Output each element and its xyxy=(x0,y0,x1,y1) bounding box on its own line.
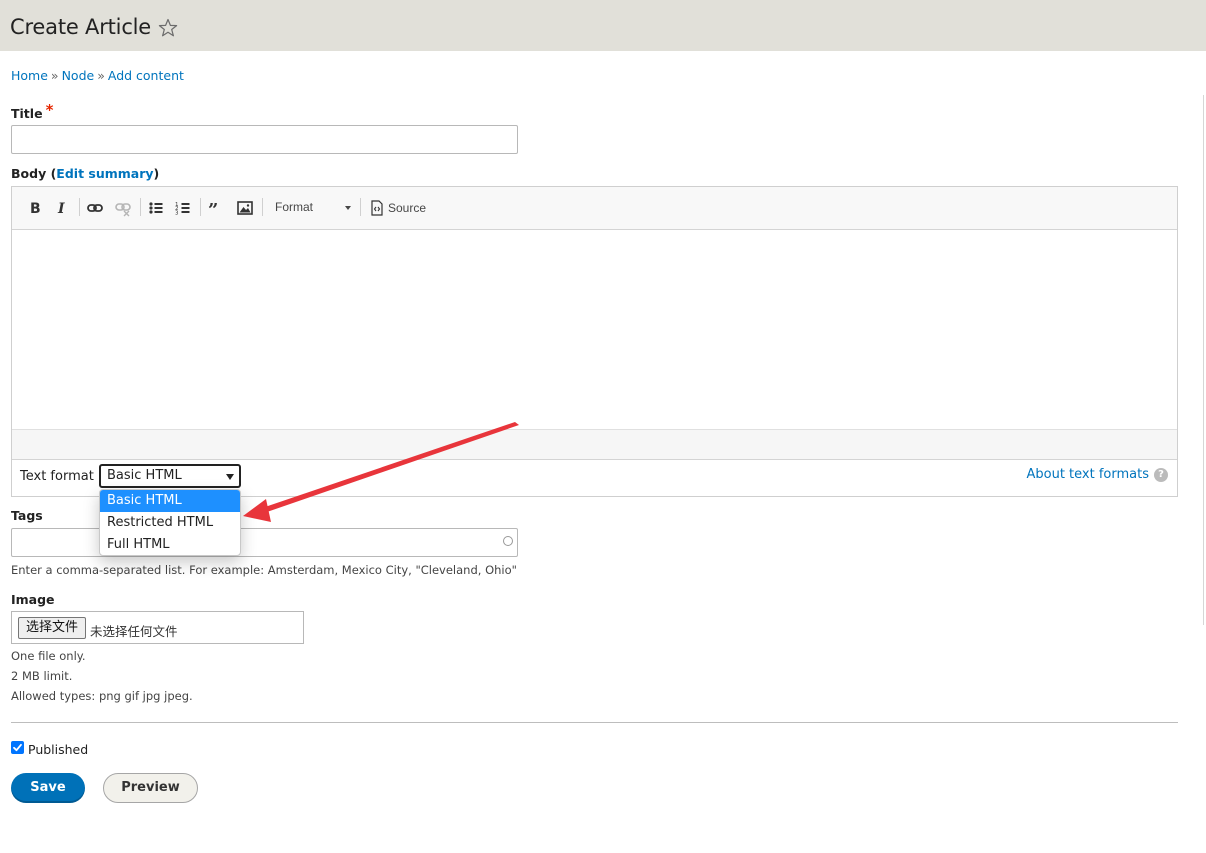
svg-text:”: ” xyxy=(208,200,218,217)
toolbar-separator xyxy=(200,198,201,216)
numbered-list-icon[interactable]: 1 2 3 xyxy=(174,199,192,217)
option-full-html[interactable]: Full HTML xyxy=(100,534,240,555)
help-icon[interactable]: ? xyxy=(1154,468,1168,482)
bold-icon[interactable]: B xyxy=(26,199,44,217)
caret-down-icon xyxy=(226,474,234,480)
blockquote-icon[interactable]: ” xyxy=(207,199,225,217)
format-dropdown-label: Format xyxy=(275,200,314,214)
title-label-text: Title xyxy=(11,106,43,121)
toolbar-separator xyxy=(79,198,80,216)
breadcrumb: Home» Node» Add content xyxy=(11,68,184,83)
choose-file-button[interactable]: 选择文件 xyxy=(18,617,86,639)
paren-close: ) xyxy=(153,166,160,181)
required-marker: * xyxy=(45,101,54,119)
svg-text:I: I xyxy=(57,201,65,217)
breadcrumb-separator: » xyxy=(50,68,59,83)
about-text-formats: About text formats? xyxy=(1026,467,1168,482)
bulleted-list-icon[interactable] xyxy=(147,199,165,217)
divider xyxy=(11,722,1178,723)
source-button-label: Source xyxy=(388,201,427,215)
toolbar-separator xyxy=(140,198,141,216)
chevron-down-icon xyxy=(345,206,351,210)
breadcrumb-separator: » xyxy=(97,68,105,83)
image-description-types: Allowed types: png gif jpg jpeg. xyxy=(11,689,193,703)
published-label: Published xyxy=(28,742,89,757)
text-format-options: Basic HTML Restricted HTML Full HTML xyxy=(99,489,241,556)
edit-summary-link[interactable]: Edit summary xyxy=(56,166,153,181)
save-button[interactable]: Save xyxy=(11,773,85,803)
title-input[interactable] xyxy=(11,125,518,154)
checkmark-icon xyxy=(13,743,22,752)
italic-icon[interactable]: I xyxy=(53,199,71,217)
body-label: Body (Edit summary) xyxy=(11,166,159,181)
image-description-size: 2 MB limit. xyxy=(11,669,73,683)
unlink-icon[interactable] xyxy=(114,199,132,217)
body-edit-area[interactable] xyxy=(12,230,1177,429)
image-file-input: 选择文件 未选择任何文件 xyxy=(11,611,304,644)
svg-text:3: 3 xyxy=(175,211,179,217)
preview-button[interactable]: Preview xyxy=(103,773,198,803)
image-label: Image xyxy=(11,592,55,607)
option-basic-html[interactable]: Basic HTML xyxy=(100,490,240,512)
toolbar-separator xyxy=(262,198,263,216)
about-text-formats-link[interactable]: About text formats xyxy=(1026,467,1149,482)
image-description-count: One file only. xyxy=(11,649,86,663)
text-format-selected-value: Basic HTML xyxy=(107,468,182,483)
body-editor: B I 1 2 3 ” Format Source Text format Ba… xyxy=(11,186,1178,497)
text-format-label: Text format xyxy=(20,469,94,484)
no-file-chosen-text: 未选择任何文件 xyxy=(90,624,178,639)
title-label: Title * xyxy=(11,101,54,122)
toolbar-separator xyxy=(360,198,361,216)
published-checkbox[interactable] xyxy=(11,741,24,754)
source-icon xyxy=(371,200,383,216)
page-title: Create Article xyxy=(10,15,152,39)
editor-path-bar xyxy=(12,429,1177,460)
link-icon[interactable] xyxy=(86,199,104,217)
tags-label: Tags xyxy=(11,508,43,523)
breadcrumb-add-content-link[interactable]: Add content xyxy=(108,68,184,83)
star-icon[interactable] xyxy=(158,18,178,38)
editor-toolbar: B I 1 2 3 ” Format Source xyxy=(12,187,1177,230)
breadcrumb-home-link[interactable]: Home xyxy=(11,68,48,83)
text-format-select[interactable]: Basic HTML xyxy=(99,464,241,488)
page-header: Create Article xyxy=(0,0,1206,51)
tags-description: Enter a comma-separated list. For exampl… xyxy=(11,563,517,577)
format-dropdown[interactable]: Format xyxy=(269,197,353,219)
autocomplete-throbber-icon xyxy=(503,536,513,546)
svg-text:B: B xyxy=(30,201,41,217)
option-restricted-html[interactable]: Restricted HTML xyxy=(100,512,240,534)
body-label-text: Body xyxy=(11,166,47,181)
tags-input[interactable] xyxy=(11,528,518,557)
breadcrumb-node-link[interactable]: Node xyxy=(62,68,95,83)
image-icon[interactable] xyxy=(236,199,254,217)
